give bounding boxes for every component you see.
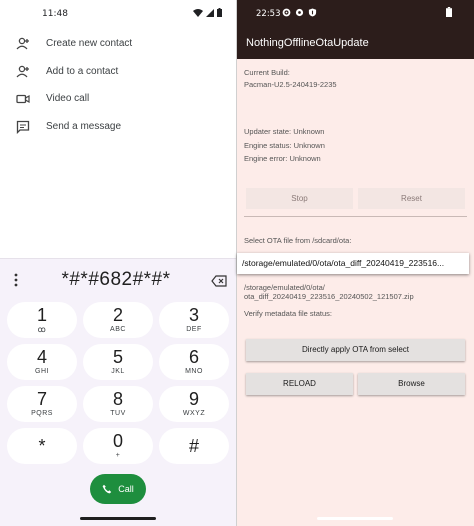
key-digit: * [38,436,46,456]
create-new-contact-item[interactable]: Create new contact [0,30,236,58]
message-icon [16,120,30,134]
app-title: NothingOfflineOtaUpdate [246,37,369,49]
key-4[interactable]: 4 GHI [7,344,77,380]
gesture-bar[interactable] [317,517,393,520]
key-0[interactable]: 0 + [83,428,153,464]
video-call-item[interactable]: Video call [0,85,236,113]
engine-status-text: Engine status: Unknown [244,141,325,150]
person-add-icon [16,65,29,77]
key-letters: DEF [186,326,202,333]
key-digit: 6 [188,347,199,367]
settings-gear-icon [282,8,291,17]
reset-button[interactable]: Reset [358,188,465,209]
key-9[interactable]: 9 WXYZ [159,386,229,422]
action-label: Add to a contact [46,65,119,77]
key-digit: # [188,436,199,456]
key-3[interactable]: 3 DEF [159,302,229,338]
key-letters: WXYZ [182,410,206,417]
key-hash[interactable]: # [159,428,229,464]
wifi-icon [193,8,203,17]
key-letters: ABC [110,326,126,333]
battery-icon [217,8,222,17]
stop-button[interactable]: Stop [246,188,353,209]
key-letters: GHI [35,368,49,375]
circle-status-icon [295,8,304,17]
call-label: Call [118,484,134,494]
current-build-label: Current Build: [244,68,290,77]
browse-button[interactable]: Browse [358,373,465,395]
shield-icon [308,8,317,17]
digits-row: *#*#682#*#* [0,267,236,295]
key-8[interactable]: 8 TUV [83,386,153,422]
key-2[interactable]: 2 ABC [83,302,153,338]
key-digit: 2 [112,305,123,325]
video-camera-icon [16,94,30,104]
app-bar: 22:53 NothingOfflineOtaUpdate [237,0,474,59]
apply-ota-button[interactable]: Directly apply OTA from select [246,339,465,361]
more-options-icon[interactable] [13,272,19,288]
dialer-screen: 11:48 Create new contact Add to a contac… [0,0,236,526]
key-letters: TUV [110,410,126,417]
key-digit: 5 [112,347,123,367]
key-1[interactable]: 1ꝏ [7,302,77,338]
gesture-bar[interactable] [80,517,156,520]
status-icons [193,8,222,17]
updater-state-text: Updater state: Unknown [244,127,325,136]
call-button[interactable]: Call [90,474,146,504]
status-bar: 11:48 [0,0,236,30]
action-list: Create new contact Add to a contact Vide… [0,30,236,140]
dialed-number[interactable]: *#*#682#*#* [26,269,206,291]
action-label: Send a message [46,120,122,132]
dialpad: *#*#682#*#* 1ꝏ 2 ABC 3 DEF 4 GHI 5 JKL 6 MNO … [0,258,236,526]
key-6[interactable]: 6 MNO [159,344,229,380]
status-time: 11:48 [42,9,68,19]
key-7[interactable]: 7 PQRS [7,386,77,422]
select-ota-label: Select OTA file from /sdcard/ota: [244,236,352,245]
key-letters: MNO [185,368,203,375]
phone-icon [102,484,112,494]
selected-path-line-1: /storage/emulated/0/ota/ [244,283,325,292]
person-add-icon [16,37,29,50]
key-digit: 7 [36,389,47,409]
signal-icon [206,8,214,17]
key-digit: 3 [188,305,199,325]
ota-file-dropdown-option[interactable]: /storage/emulated/0/ota/ota_diff_2024041… [237,253,469,274]
action-label: Create new contact [46,38,133,49]
selected-path-line-2: ota_diff_20240419_223516_20240502_121507… [244,292,414,301]
engine-error-text: Engine error: Unknown [244,154,321,163]
key-letters: JKL [111,368,125,375]
action-label: Video call [46,93,90,104]
key-digit: 1 [36,305,47,325]
key-letters: PQRS [31,410,53,417]
key-digit: 4 [36,347,47,367]
divider [244,216,467,217]
key-letters: + [115,452,121,459]
backspace-icon[interactable] [211,275,227,287]
verify-metadata-label: Verify metadata file status: [244,309,332,318]
key-digit: 9 [188,389,199,409]
voicemail-icon: ꝏ [37,325,47,334]
status-time: 22:53 [256,9,281,19]
key-digit: 8 [112,389,123,409]
current-build-value: Pacman-U2.5-240419-2235 [244,80,337,89]
reload-button[interactable]: RELOAD [246,373,353,395]
send-message-item[interactable]: Send a message [0,113,236,141]
add-to-contact-item[interactable]: Add to a contact [0,58,236,86]
battery-icon [446,7,452,17]
key-5[interactable]: 5 JKL [83,344,153,380]
key-star[interactable]: * [7,428,77,464]
key-digit: 0 [112,431,123,451]
